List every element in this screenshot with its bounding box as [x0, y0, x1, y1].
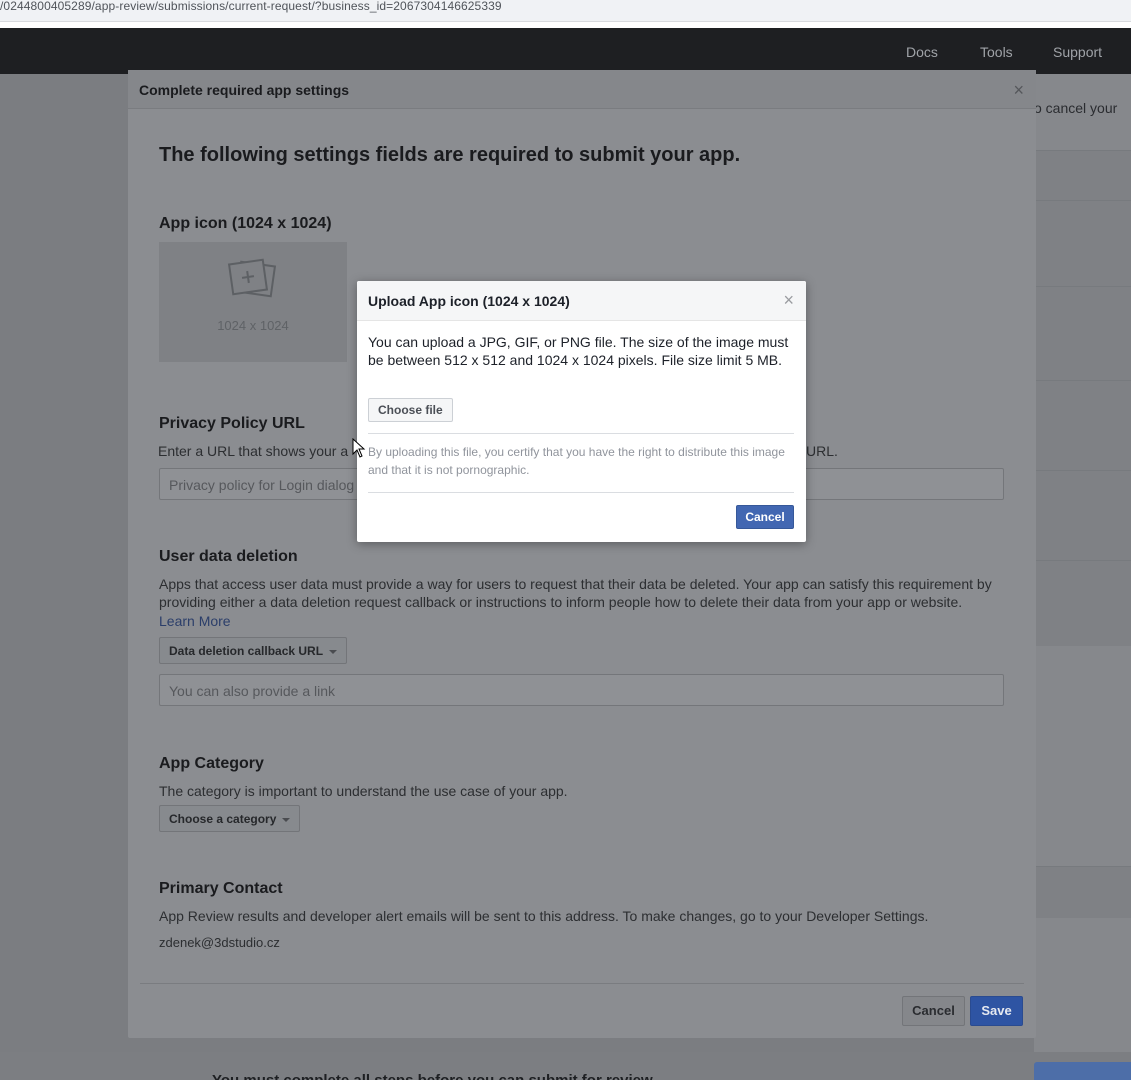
- deletion-desc: Apps that access user data must provide …: [159, 576, 992, 610]
- background-row: [1034, 560, 1131, 646]
- upload-dialog-title: Upload App icon (1024 x 1024): [368, 293, 570, 309]
- bottom-message: You must complete all steps before you c…: [212, 1072, 653, 1080]
- caret-down-icon: [282, 817, 291, 822]
- modal-title: Complete required app settings: [139, 82, 350, 98]
- category-label: Choose a category: [169, 812, 277, 826]
- caret-down-icon: [329, 649, 338, 654]
- deletion-link-placeholder: You can also provide a link: [169, 683, 336, 699]
- privacy-title: Privacy Policy URL: [159, 415, 305, 432]
- background-row: [1034, 866, 1131, 918]
- required-settings-modal: Complete required app settings × The fol…: [128, 70, 1036, 1038]
- nav-docs-link[interactable]: Docs: [906, 44, 938, 60]
- choose-file-button[interactable]: Choose file: [368, 398, 453, 422]
- background-bottom-bar: You must complete all steps before you c…: [0, 1052, 1131, 1080]
- app-icon-size-label: 1024 x 1024: [217, 318, 289, 333]
- category-desc: The category is important to understand …: [159, 783, 568, 799]
- deletion-type-label: Data deletion callback URL: [169, 644, 324, 658]
- upload-instructions: You can upload a JPG, GIF, or PNG file. …: [368, 334, 789, 368]
- app-icon-title: App icon (1024 x 1024): [159, 215, 332, 232]
- browser-address-bar[interactable]: /0244800405289/app-review/submissions/cu…: [0, 0, 1131, 22]
- submit-review-button[interactable]: [1034, 1062, 1131, 1080]
- deletion-title: User data deletion: [159, 548, 298, 565]
- top-nav: Docs Tools Support: [0, 28, 1131, 74]
- add-image-icon: [227, 258, 277, 298]
- background-row: [1034, 286, 1131, 380]
- modal-heading: The following settings fields are requir…: [159, 144, 741, 166]
- privacy-url-placeholder: Privacy policy for Login dialog: [169, 477, 355, 493]
- background-side-text: o cancel your: [1034, 100, 1118, 116]
- modal-footer-divider: [140, 983, 1024, 984]
- learn-more-link[interactable]: Learn More: [159, 613, 231, 629]
- category-title: App Category: [159, 755, 264, 772]
- background-row: [1034, 380, 1131, 470]
- save-button[interactable]: Save: [970, 996, 1023, 1026]
- upload-dialog-header: Upload App icon (1024 x 1024) ×: [357, 281, 806, 321]
- modal-header: Complete required app settings ×: [128, 70, 1036, 109]
- background-row: [1034, 470, 1131, 560]
- upload-certify-text: By uploading this file, you certify that…: [368, 445, 785, 477]
- app-icon-upload-area[interactable]: 1024 x 1024: [159, 242, 347, 362]
- privacy-desc-end: URL.: [806, 443, 838, 459]
- close-icon[interactable]: ×: [1013, 80, 1024, 101]
- upload-cancel-button[interactable]: Cancel: [736, 505, 794, 529]
- contact-title: Primary Contact: [159, 880, 283, 897]
- privacy-desc: Enter a URL that shows your a: [158, 443, 349, 459]
- background-row: [1034, 150, 1131, 200]
- contact-desc: App Review results and developer alert e…: [159, 908, 929, 924]
- url-text[interactable]: /0244800405289/app-review/submissions/cu…: [0, 0, 502, 12]
- deletion-link-input[interactable]: You can also provide a link: [159, 674, 1004, 706]
- divider: [368, 492, 794, 493]
- divider: [368, 433, 794, 434]
- cancel-button[interactable]: Cancel: [902, 996, 965, 1026]
- close-icon[interactable]: ×: [783, 290, 794, 311]
- nav-support-link[interactable]: Support: [1053, 44, 1102, 60]
- upload-icon-dialog: Upload App icon (1024 x 1024) × You can …: [357, 281, 806, 542]
- deletion-type-dropdown[interactable]: Data deletion callback URL: [159, 637, 348, 664]
- contact-email: zdenek@3dstudio.cz: [159, 935, 280, 950]
- nav-tools-link[interactable]: Tools: [980, 44, 1013, 60]
- background-row: [1034, 200, 1131, 286]
- category-dropdown[interactable]: Choose a category: [159, 805, 301, 832]
- mouse-cursor-icon: [352, 438, 366, 458]
